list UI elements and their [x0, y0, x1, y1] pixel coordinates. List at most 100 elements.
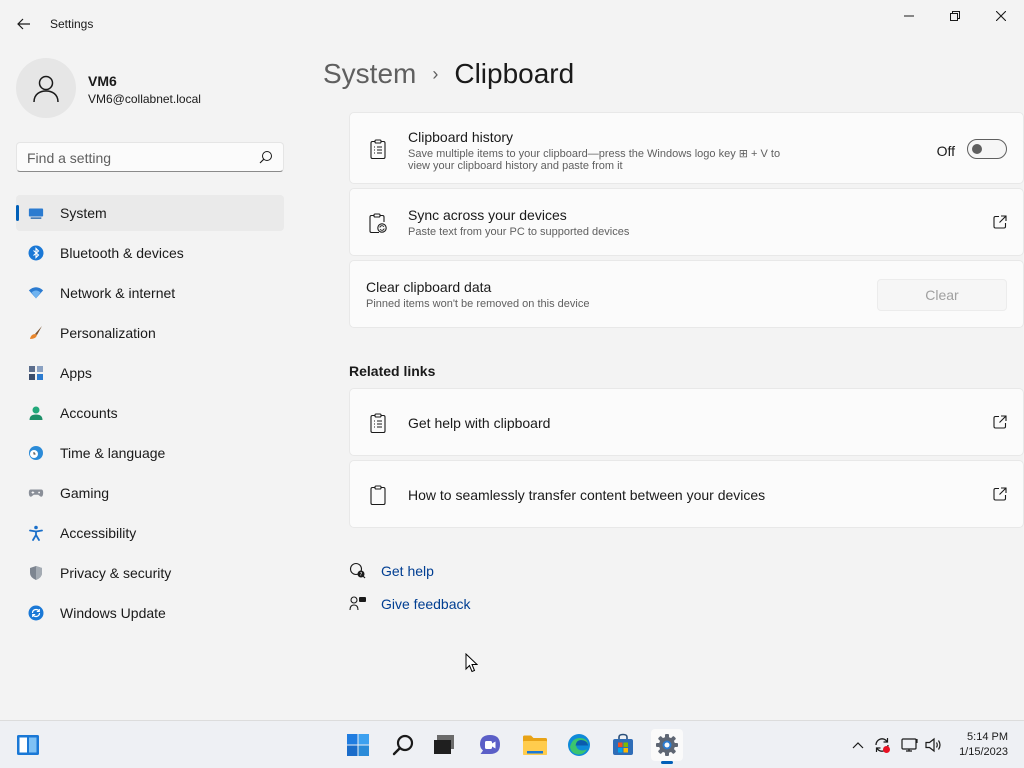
minimize-button[interactable]: [886, 0, 932, 32]
sidebar-item-label: Windows Update: [60, 605, 166, 621]
task-view-icon: [434, 735, 454, 754]
sidebar-item-windows-update[interactable]: Windows Update: [16, 595, 284, 631]
clipboard-history-toggle[interactable]: [967, 139, 1007, 159]
related-link-card[interactable]: How to seamlessly transfer content betwe…: [349, 460, 1024, 528]
back-arrow-icon: [17, 18, 30, 30]
globe-clock-icon: [28, 445, 44, 461]
store-button[interactable]: [607, 729, 639, 761]
clear-clipboard-card: Clear clipboard data Pinned items won't …: [349, 260, 1024, 328]
sync-card[interactable]: Sync across your devices Paste text from…: [349, 188, 1024, 256]
start-icon: [347, 734, 369, 756]
system-icon: [28, 205, 44, 221]
bluetooth-icon: [28, 245, 44, 261]
toggle-knob: [972, 144, 982, 154]
sidebar-item-label: Personalization: [60, 325, 156, 341]
related-links-header: Related links: [349, 363, 436, 379]
task-view-button[interactable]: [428, 729, 460, 761]
chat-button[interactable]: [474, 729, 506, 761]
feedback-icon: [349, 595, 367, 613]
apps-icon: [28, 365, 44, 381]
clipboard-list-icon: [368, 139, 388, 159]
widgets-button[interactable]: [12, 729, 44, 761]
sidebar-item-time-language[interactable]: Time & language: [16, 435, 284, 471]
get-help-link[interactable]: ? Get help: [349, 562, 434, 580]
update-icon: [28, 605, 44, 621]
svg-text:?: ?: [360, 572, 363, 578]
sidebar-item-label: System: [60, 205, 107, 221]
volume-button[interactable]: [925, 736, 943, 754]
app-title: Settings: [50, 17, 94, 31]
chevron-right-icon: ›: [432, 63, 439, 84]
sidebar-item-label: Privacy & security: [60, 565, 172, 581]
person-icon: [33, 75, 59, 103]
give-feedback-link[interactable]: Give feedback: [349, 595, 471, 613]
widgets-icon: [17, 735, 39, 755]
breadcrumb-parent[interactable]: System: [323, 58, 416, 90]
open-external-icon: [993, 487, 1007, 501]
maximize-button[interactable]: [932, 0, 978, 32]
settings-window: Settings VM6 VM6@collabnet.local System …: [0, 0, 1024, 720]
sync-status-button[interactable]: [873, 736, 891, 754]
clipboard-sync-icon: [368, 213, 388, 233]
clear-button[interactable]: Clear: [877, 279, 1007, 311]
sidebar-item-accessibility[interactable]: Accessibility: [16, 515, 284, 551]
clear-clipboard-title: Clear clipboard data: [366, 279, 492, 295]
close-button[interactable]: [978, 0, 1024, 32]
sidebar-item-privacy[interactable]: Privacy & security: [16, 555, 284, 591]
page-title: Clipboard: [454, 58, 575, 89]
clock[interactable]: 5:14 PM 1/15/2023: [959, 730, 1008, 760]
restore-icon: [950, 11, 960, 21]
clock-time: 5:14 PM: [967, 731, 1008, 743]
sidebar-item-network[interactable]: Network & internet: [16, 275, 284, 311]
search-box[interactable]: [16, 142, 284, 172]
chat-icon: [480, 735, 500, 754]
sidebar-item-label: Apps: [60, 365, 92, 381]
file-explorer-button[interactable]: [519, 729, 551, 761]
clipboard-history-desc-line1: Save multiple items to your clipboard—pr…: [408, 148, 781, 160]
shield-icon: [28, 565, 44, 581]
help-chat-icon: ?: [349, 562, 367, 580]
sidebar-item-gaming[interactable]: Gaming: [16, 475, 284, 511]
person-icon: [28, 405, 44, 421]
sidebar-item-personalization[interactable]: Personalization: [16, 315, 284, 351]
clipboard-history-desc-line2: view your clipboard history and paste fr…: [408, 160, 623, 172]
search-icon: [392, 734, 414, 756]
sidebar-nav: System Bluetooth & devices Network & int…: [16, 195, 284, 635]
sidebar-item-apps[interactable]: Apps: [16, 355, 284, 391]
sidebar-item-label: Bluetooth & devices: [60, 245, 184, 261]
edge-button[interactable]: [563, 729, 595, 761]
store-icon: [613, 733, 633, 755]
taskbar-search-button[interactable]: [387, 729, 419, 761]
clipboard-history-card: Clipboard history Save multiple items to…: [349, 112, 1024, 184]
accessibility-icon: [28, 525, 44, 541]
search-input[interactable]: [27, 150, 247, 166]
back-button[interactable]: [10, 10, 38, 38]
related-link-label: How to seamlessly transfer content betwe…: [408, 487, 766, 503]
active-app-indicator: [661, 761, 673, 764]
sidebar-item-label: Accessibility: [60, 525, 137, 541]
start-button[interactable]: [342, 729, 374, 761]
gamepad-icon: [28, 485, 44, 501]
network-icon: [901, 738, 918, 752]
avatar[interactable]: [16, 58, 76, 118]
search-icon[interactable]: [259, 150, 273, 164]
open-external-icon: [993, 215, 1007, 229]
title-bar: Settings: [0, 0, 1024, 48]
give-feedback-label: Give feedback: [381, 596, 471, 612]
edge-icon: [568, 734, 590, 756]
sidebar-item-label: Network & internet: [60, 285, 176, 301]
settings-icon: [656, 734, 678, 756]
network-status-button[interactable]: [901, 736, 919, 754]
clipboard-history-title: Clipboard history: [408, 129, 514, 145]
settings-taskbar-button[interactable]: [651, 729, 683, 761]
file-explorer-icon: [523, 735, 547, 755]
show-hidden-icons-button[interactable]: [849, 736, 867, 754]
sync-error-icon: [875, 738, 890, 753]
sidebar-item-bluetooth[interactable]: Bluetooth & devices: [16, 235, 284, 271]
open-external-icon: [993, 415, 1007, 429]
related-link-card[interactable]: Get help with clipboard: [349, 388, 1024, 456]
sidebar-item-system[interactable]: System: [16, 195, 284, 231]
get-help-label: Get help: [381, 563, 434, 579]
sync-desc: Paste text from your PC to supported dev…: [408, 226, 630, 238]
sidebar-item-accounts[interactable]: Accounts: [16, 395, 284, 431]
